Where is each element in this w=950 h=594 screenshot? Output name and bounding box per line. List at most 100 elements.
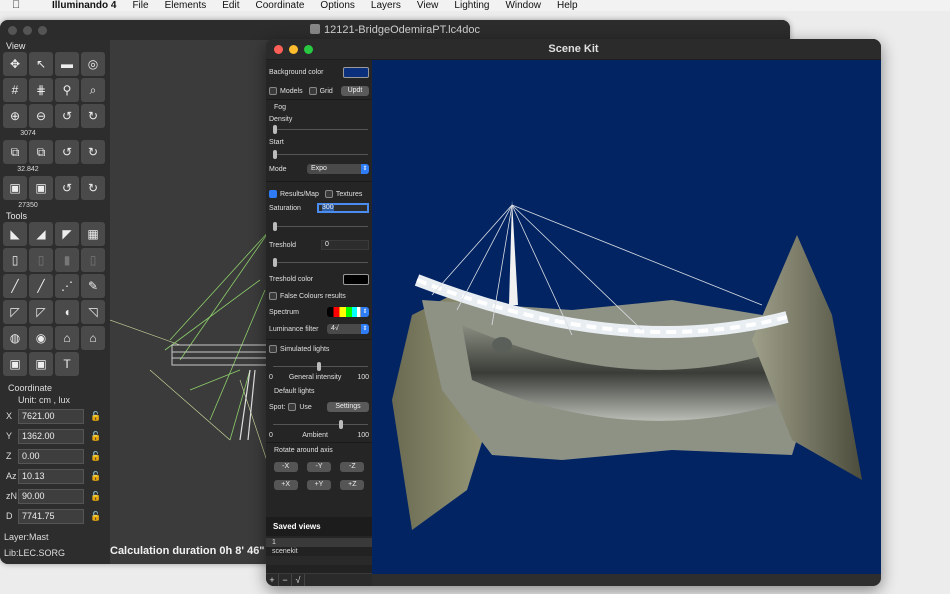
menu-app-name[interactable]: Illuminando 4 bbox=[52, 0, 116, 11]
door2-icon[interactable]: ▯ bbox=[29, 248, 53, 272]
camera-icon[interactable]: ▣ bbox=[3, 176, 27, 200]
menu-layers[interactable]: Layers bbox=[371, 0, 401, 11]
apply-view-button[interactable]: √ bbox=[292, 574, 305, 586]
ambient-knob[interactable] bbox=[339, 420, 343, 429]
luminance-filter-select[interactable]: 4√ ⇕ bbox=[327, 324, 369, 334]
rotate-plus-z-button[interactable]: +Z bbox=[340, 480, 365, 490]
target-icon[interactable]: ◎ bbox=[81, 52, 105, 76]
lock-icon[interactable]: 🔓 bbox=[90, 491, 101, 502]
treshold-knob[interactable] bbox=[273, 258, 277, 267]
shape3-icon[interactable]: ◹ bbox=[81, 300, 105, 324]
dotted-line-icon[interactable]: ⋰ bbox=[55, 274, 79, 298]
luminaire3-icon[interactable]: ◤ bbox=[55, 222, 79, 246]
rotate-z-icon[interactable]: ↺ bbox=[55, 176, 79, 200]
coord-y-field[interactable]: 1362.00 bbox=[18, 428, 84, 444]
results-map-checkbox[interactable] bbox=[269, 190, 277, 198]
rotate-minus-z-button[interactable]: -Z bbox=[340, 462, 365, 472]
coord-z-field[interactable]: 0.00 bbox=[18, 448, 84, 464]
text-tool-icon[interactable]: T bbox=[55, 352, 79, 376]
grid-dots-icon[interactable]: ⋕ bbox=[29, 78, 53, 102]
menu-options[interactable]: Options bbox=[320, 0, 354, 11]
rotate-y-icon[interactable]: ↺ bbox=[55, 140, 79, 164]
menu-edit[interactable]: Edit bbox=[222, 0, 239, 11]
building2-icon[interactable]: ⌂ bbox=[81, 326, 105, 350]
lock-icon[interactable]: 🔓 bbox=[90, 451, 101, 462]
models-checkbox[interactable] bbox=[269, 87, 277, 95]
saturation-input[interactable]: 300 bbox=[317, 203, 369, 213]
camera-tool2-icon[interactable]: ▣ bbox=[29, 352, 53, 376]
rotate-plus-x-button[interactable]: +X bbox=[273, 480, 298, 490]
menu-file[interactable]: File bbox=[132, 0, 148, 11]
textures-checkbox[interactable] bbox=[324, 190, 333, 198]
remove-view-button[interactable]: − bbox=[279, 574, 292, 586]
rotate-plus-y-button[interactable]: +Y bbox=[306, 480, 331, 490]
lock-icon[interactable]: 🔓 bbox=[90, 411, 101, 422]
car-view-icon[interactable]: ▬ bbox=[55, 52, 79, 76]
menu-window[interactable]: Window bbox=[505, 0, 541, 11]
menu-view[interactable]: View bbox=[417, 0, 439, 11]
rotate-x-icon[interactable]: ↺ bbox=[55, 104, 79, 128]
frame2-icon[interactable]: ⧉ bbox=[29, 140, 53, 164]
shape2-icon[interactable]: ◸ bbox=[29, 300, 53, 324]
coord-x-field[interactable]: 7621.00 bbox=[18, 408, 84, 424]
lock-icon[interactable]: 🔓 bbox=[90, 431, 101, 442]
update-button[interactable]: Updt bbox=[341, 86, 369, 96]
door-icon[interactable]: ▯ bbox=[3, 248, 27, 272]
select-tool-icon[interactable]: ↖ bbox=[29, 52, 53, 76]
bulb2-icon[interactable]: ◉ bbox=[29, 326, 53, 350]
apple-icon[interactable]:  bbox=[12, 0, 26, 11]
treshold-color-swatch[interactable] bbox=[343, 273, 369, 285]
start-slider[interactable] bbox=[273, 150, 368, 159]
grid-icon[interactable]: # bbox=[3, 78, 27, 102]
camera2-icon[interactable]: ▣ bbox=[29, 176, 53, 200]
density-slider[interactable] bbox=[273, 125, 368, 134]
person-icon[interactable]: ⚲ bbox=[55, 78, 79, 102]
pan-tool-icon[interactable]: ✥ bbox=[3, 52, 27, 76]
luminaire-icon[interactable]: ◣ bbox=[3, 222, 27, 246]
shape-icon[interactable]: ◸ bbox=[3, 300, 27, 324]
simulated-lights-checkbox[interactable] bbox=[269, 345, 277, 353]
general-intensity-knob[interactable] bbox=[317, 362, 321, 371]
general-intensity-slider[interactable] bbox=[273, 362, 368, 371]
spot-settings-button[interactable]: Settings bbox=[327, 402, 369, 412]
mode-select[interactable]: Expo ⇕ bbox=[307, 164, 369, 174]
saturation-slider[interactable] bbox=[273, 222, 368, 231]
menu-help[interactable]: Help bbox=[557, 0, 578, 11]
coord-az-field[interactable]: 10.13 bbox=[18, 468, 84, 484]
arc-icon[interactable]: ◖ bbox=[55, 300, 79, 324]
rotate-minus-x-button[interactable]: -X bbox=[273, 462, 298, 472]
ambient-slider[interactable] bbox=[273, 420, 368, 429]
add-view-button[interactable]: + bbox=[266, 574, 279, 586]
lock-icon[interactable]: 🔓 bbox=[90, 471, 101, 482]
grid-checkbox[interactable] bbox=[308, 87, 317, 95]
treshold-slider[interactable] bbox=[273, 258, 368, 267]
coord-zn-field[interactable]: 90.00 bbox=[18, 488, 84, 504]
magnify-icon[interactable]: ⌕ bbox=[81, 78, 105, 102]
rotate-minus-y-button[interactable]: -Y bbox=[306, 462, 331, 472]
saved-view-item[interactable]: scenekit bbox=[266, 547, 372, 556]
building-icon[interactable]: ⌂ bbox=[55, 326, 79, 350]
menu-elements[interactable]: Elements bbox=[165, 0, 207, 11]
line-icon[interactable]: ╱ bbox=[3, 274, 27, 298]
3d-scene-viewport[interactable] bbox=[372, 60, 881, 574]
line2-icon[interactable]: ╱ bbox=[29, 274, 53, 298]
rotate-z2-icon[interactable]: ↻ bbox=[81, 176, 105, 200]
lock-icon[interactable]: 🔓 bbox=[90, 511, 101, 522]
menu-lighting[interactable]: Lighting bbox=[454, 0, 489, 11]
camera-tool-icon[interactable]: ▣ bbox=[3, 352, 27, 376]
luminaire2-icon[interactable]: ◢ bbox=[29, 222, 53, 246]
spectrum-select[interactable]: ⇕ bbox=[327, 307, 369, 317]
frame-icon[interactable]: ⧉ bbox=[3, 140, 27, 164]
start-knob[interactable] bbox=[273, 150, 277, 159]
treshold-input[interactable]: 0 bbox=[321, 240, 369, 250]
zoom-out-icon[interactable]: ⊖ bbox=[29, 104, 53, 128]
coord-d-field[interactable]: 7741.75 bbox=[18, 508, 84, 524]
saturation-knob[interactable] bbox=[273, 222, 277, 231]
grid-area-icon[interactable]: ▦ bbox=[81, 222, 105, 246]
false-colours-checkbox[interactable] bbox=[269, 292, 277, 300]
bulb-icon[interactable]: ◍ bbox=[3, 326, 27, 350]
rotate-x2-icon[interactable]: ↻ bbox=[81, 104, 105, 128]
door4-icon[interactable]: ▯ bbox=[81, 248, 105, 272]
spot-use-checkbox[interactable] bbox=[288, 403, 297, 411]
pencil-icon[interactable]: ✎ bbox=[81, 274, 105, 298]
